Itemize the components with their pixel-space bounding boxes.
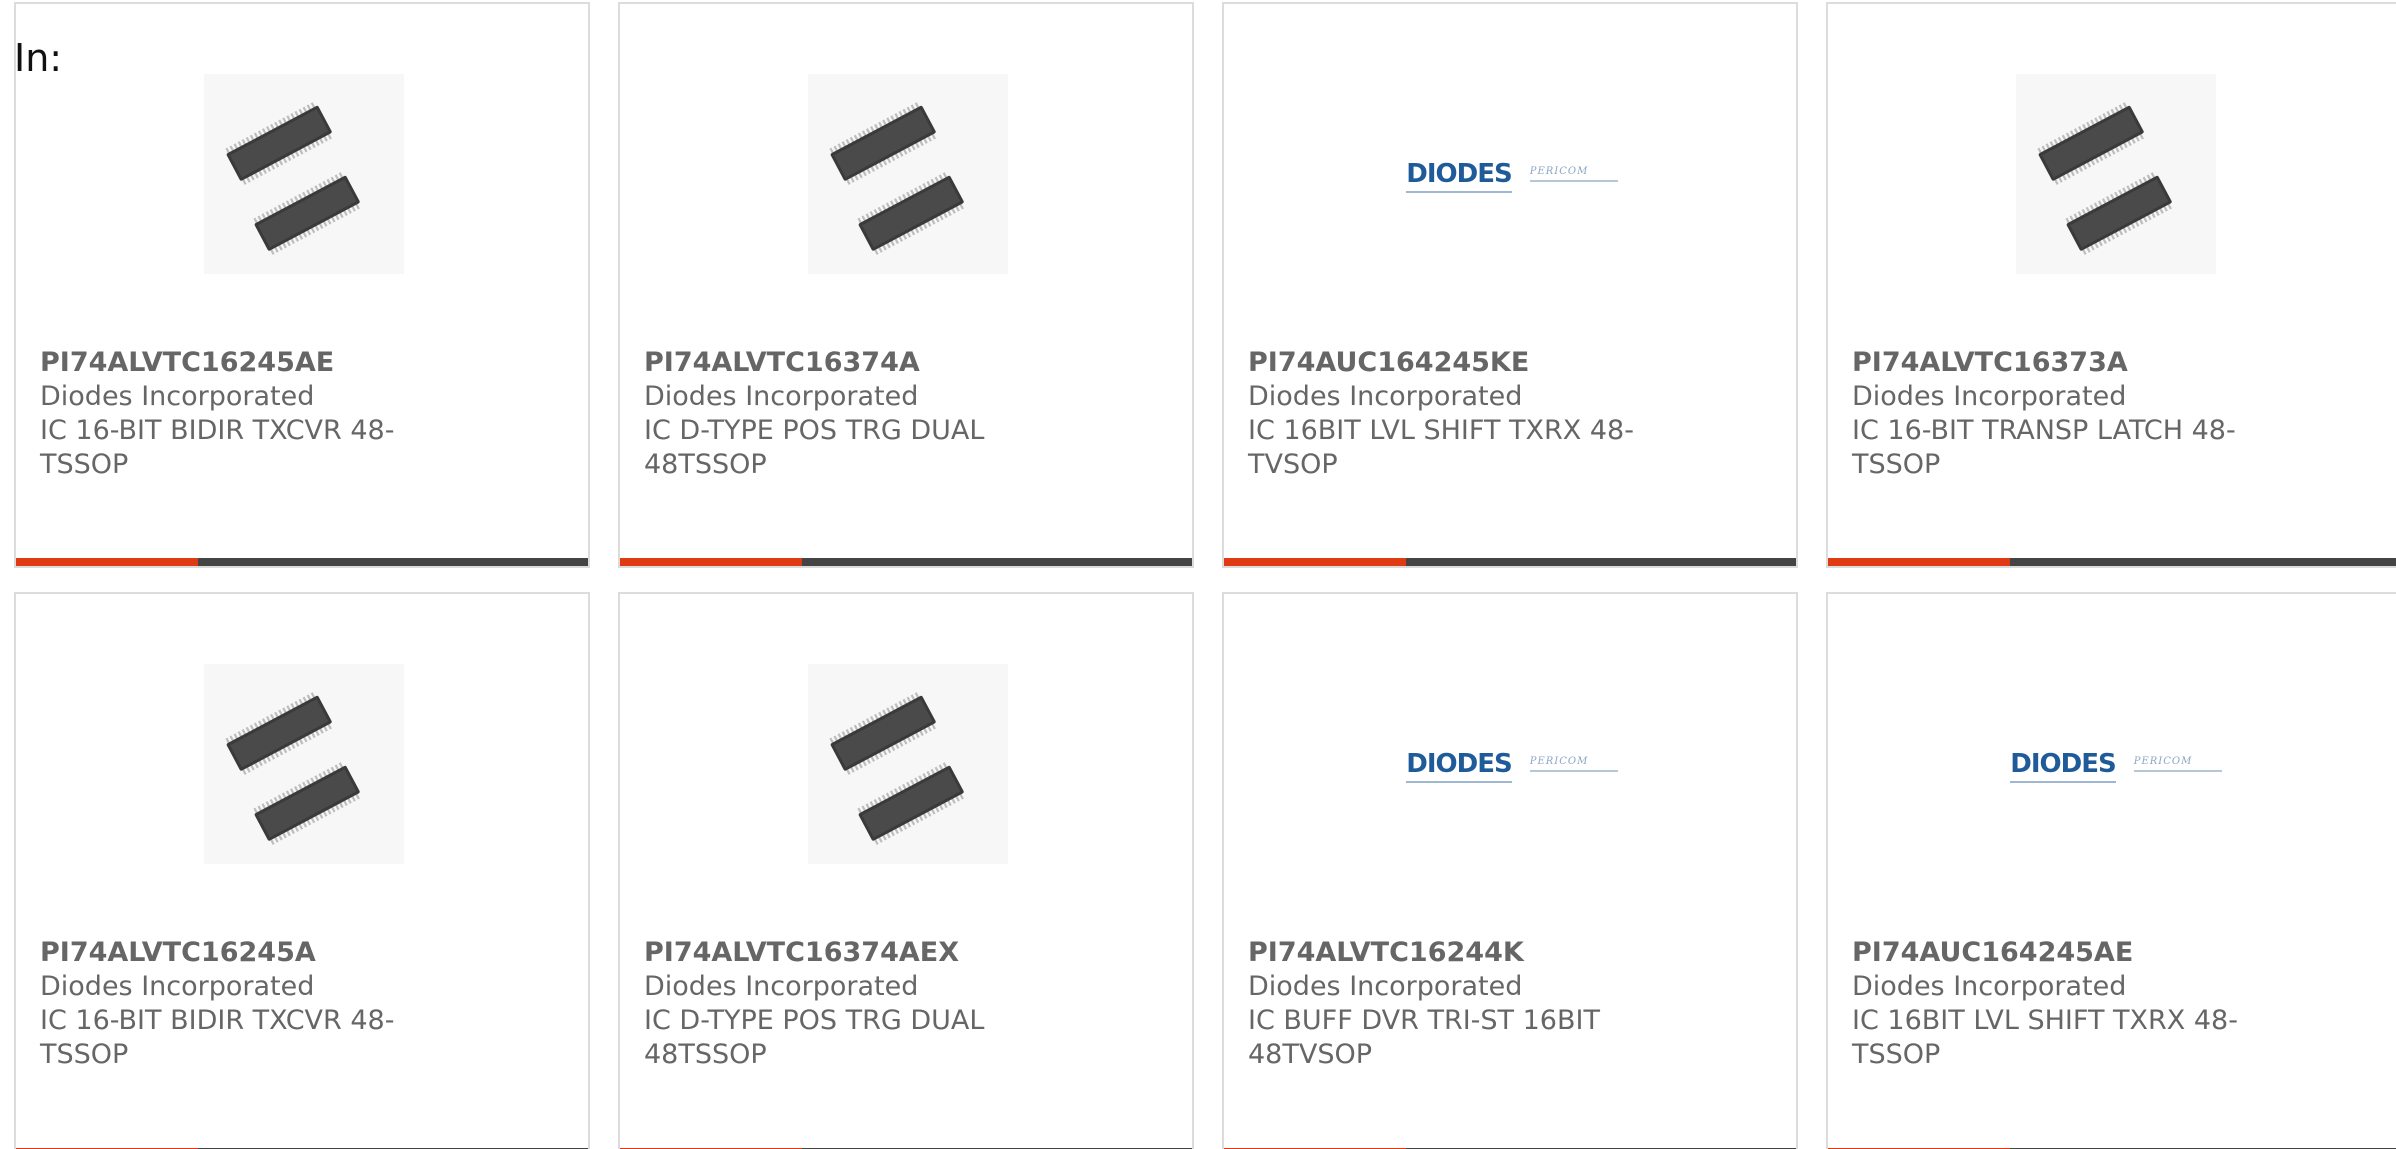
part-number: PI74ALVTC16373A bbox=[1852, 347, 2128, 378]
tssop-chip-icon bbox=[225, 692, 360, 845]
diodes-pericom-logo: DIODES PERICOM bbox=[1406, 751, 1618, 783]
part-number: PI74AUC164245KE bbox=[1248, 347, 1530, 378]
product-image: DIODES PERICOM bbox=[1406, 664, 1618, 864]
product-image bbox=[204, 74, 404, 274]
product-card[interactable]: DIODES PERICOM PI74AUC164245AE Diodes Inc… bbox=[1826, 592, 2396, 1149]
product-card[interactable]: PI74ALVTC16245AE Diodes Incorporated IC … bbox=[14, 2, 590, 568]
tssop-chip-icon bbox=[2037, 102, 2172, 255]
description: IC 16-BIT TRANSP LATCH 48-TSSOP bbox=[1852, 415, 2236, 480]
manufacturer: Diodes Incorporated bbox=[644, 381, 919, 412]
card-bottom-bar bbox=[1224, 558, 1796, 566]
card-bottom-bar bbox=[16, 558, 588, 566]
product-image: DIODES PERICOM bbox=[2010, 664, 2222, 864]
manufacturer: Diodes Incorporated bbox=[40, 971, 315, 1002]
tssop-chip-icon bbox=[829, 692, 964, 845]
product-card[interactable]: DIODES PERICOM PI74AUC164245KE Diodes Inc… bbox=[1222, 2, 1798, 568]
manufacturer: Diodes Incorporated bbox=[1248, 971, 1523, 1002]
manufacturer: Diodes Incorporated bbox=[1248, 381, 1523, 412]
manufacturer: Diodes Incorporated bbox=[40, 381, 315, 412]
card-bottom-bar bbox=[620, 558, 1192, 566]
in-label: In: bbox=[14, 36, 63, 80]
part-number: PI74ALVTC16374AEX bbox=[644, 937, 960, 968]
product-card[interactable]: PI74ALVTC16374A Diodes Incorporated IC D… bbox=[618, 2, 1194, 568]
diodes-pericom-logo: DIODES PERICOM bbox=[1406, 161, 1618, 193]
product-image bbox=[2016, 74, 2216, 274]
tssop-chip-icon bbox=[225, 102, 360, 255]
manufacturer: Diodes Incorporated bbox=[644, 971, 919, 1002]
product-card[interactable]: PI74ALVTC16373A Diodes Incorporated IC 1… bbox=[1826, 2, 2396, 568]
description: IC D-TYPE POS TRG DUAL 48TSSOP bbox=[644, 415, 985, 480]
description: IC D-TYPE POS TRG DUAL 48TSSOP bbox=[644, 1005, 985, 1070]
product-card[interactable]: PI74ALVTC16374AEX Diodes Incorporated IC… bbox=[618, 592, 1194, 1149]
description: IC 16BIT LVL SHIFT TXRX 48-TSSOP bbox=[1852, 1005, 2238, 1070]
diodes-pericom-logo: DIODES PERICOM bbox=[2010, 751, 2222, 783]
card-accent-bar bbox=[620, 558, 802, 566]
card-bottom-bar bbox=[1828, 558, 2396, 566]
description: IC 16-BIT BIDIR TXCVR 48-TSSOP bbox=[40, 415, 395, 480]
card-accent-bar bbox=[1828, 558, 2010, 566]
product-card[interactable]: DIODES PERICOM PI74ALVTC16244K Diodes Inc… bbox=[1222, 592, 1798, 1149]
product-image bbox=[204, 664, 404, 864]
part-number: PI74ALVTC16245A bbox=[40, 937, 316, 968]
part-number: PI74ALVTC16374A bbox=[644, 347, 920, 378]
product-image bbox=[808, 664, 1008, 864]
card-accent-bar bbox=[16, 558, 198, 566]
description: IC 16BIT LVL SHIFT TXRX 48-TVSOP bbox=[1248, 415, 1634, 480]
product-image: DIODES PERICOM bbox=[1406, 74, 1618, 274]
description: IC BUFF DVR TRI-ST 16BIT 48TVSOP bbox=[1248, 1005, 1600, 1070]
product-image bbox=[808, 74, 1008, 274]
description: IC 16-BIT BIDIR TXCVR 48-TSSOP bbox=[40, 1005, 395, 1070]
part-number: PI74AUC164245AE bbox=[1852, 937, 2134, 968]
part-number: PI74ALVTC16244K bbox=[1248, 937, 1524, 968]
card-accent-bar bbox=[1224, 558, 1406, 566]
manufacturer: Diodes Incorporated bbox=[1852, 381, 2127, 412]
product-card[interactable]: PI74ALVTC16245A Diodes Incorporated IC 1… bbox=[14, 592, 590, 1149]
tssop-chip-icon bbox=[829, 102, 964, 255]
product-grid-page: In: PI74ALVTC16245AE Diodes Incorporated… bbox=[0, 0, 2396, 1149]
manufacturer: Diodes Incorporated bbox=[1852, 971, 2127, 1002]
part-number: PI74ALVTC16245AE bbox=[40, 347, 335, 378]
